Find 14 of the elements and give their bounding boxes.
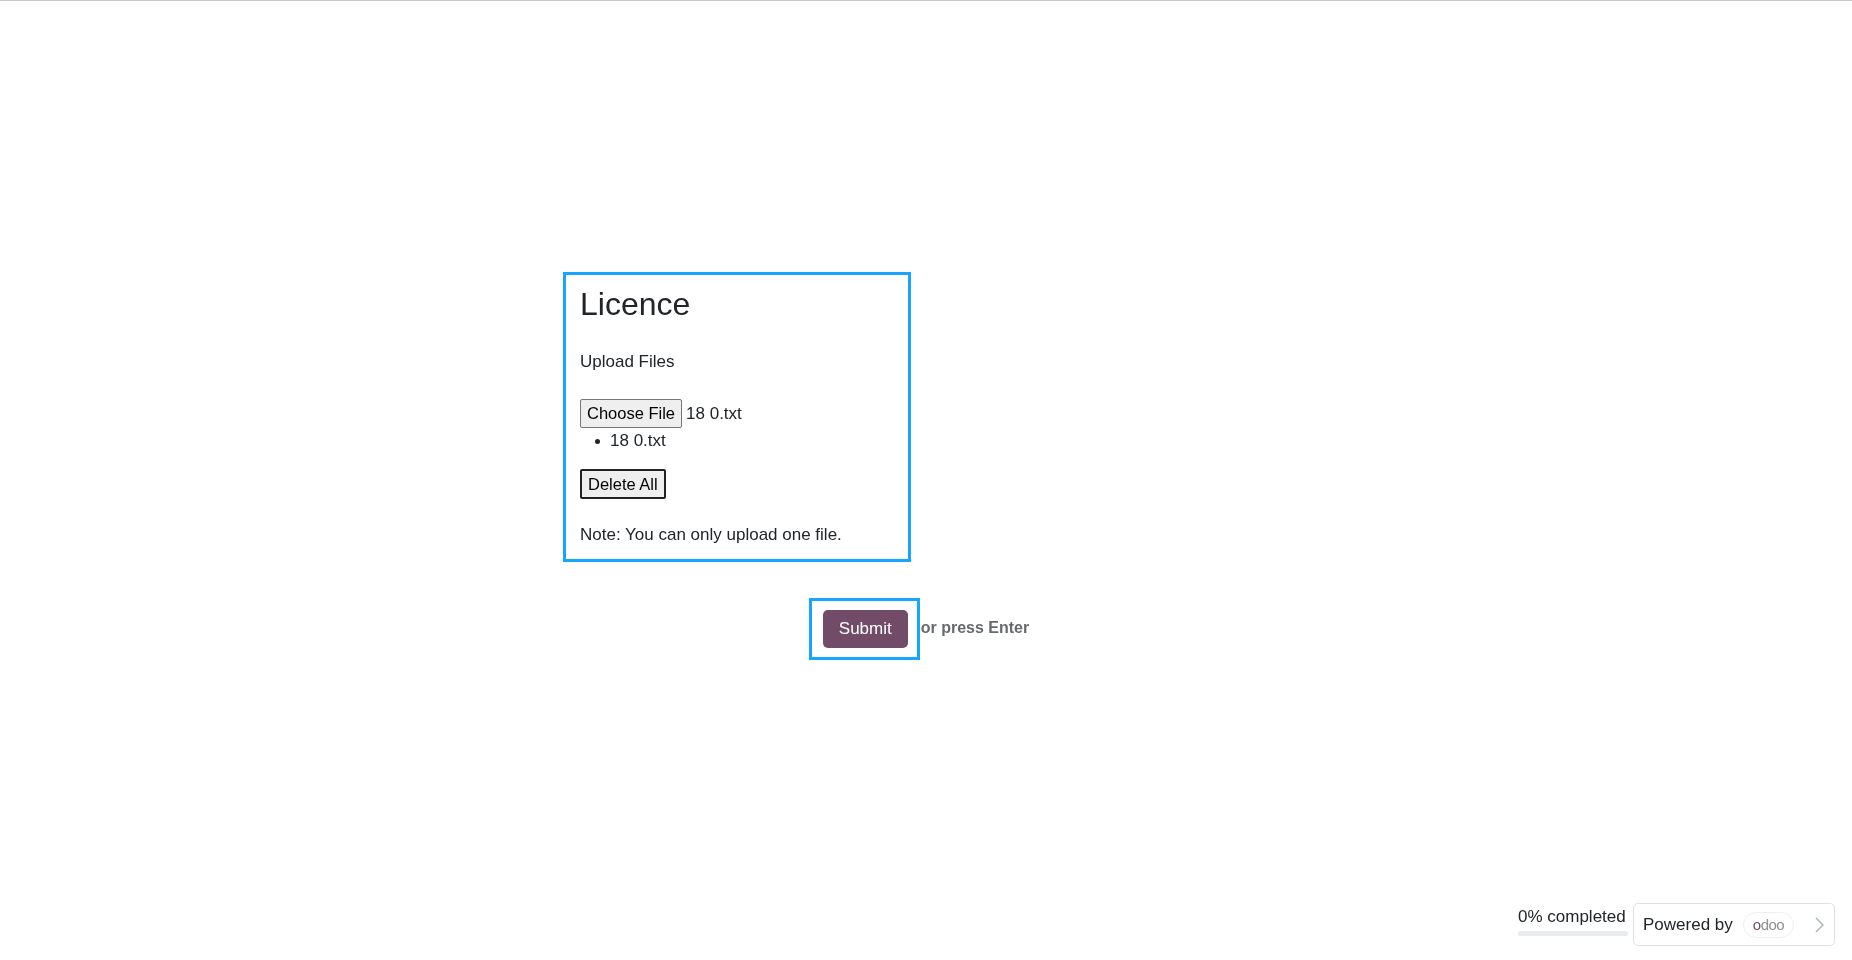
powered-by-card[interactable]: Powered by odoo — [1633, 903, 1835, 946]
uploaded-file-name: 18 0.txt — [610, 430, 666, 452]
progress-label: 0% completed — [1518, 907, 1627, 927]
question-description: Upload Files — [580, 352, 676, 372]
enter-hint: or press Enter — [920, 618, 1030, 637]
powered-by-text: Powered by — [1643, 914, 1733, 935]
chevron-right-icon — [1815, 916, 1824, 933]
choose-file-button[interactable]: Choose File — [580, 399, 683, 428]
bullet-icon — [595, 438, 600, 444]
upload-note: Note: You can only upload one file. — [580, 525, 843, 545]
file-name: 18 0.txt — [686, 403, 742, 424]
delete-all-button[interactable]: Delete All — [580, 469, 666, 499]
submit-button[interactable]: Submit — [822, 610, 908, 648]
question-title: Licence — [580, 285, 692, 323]
